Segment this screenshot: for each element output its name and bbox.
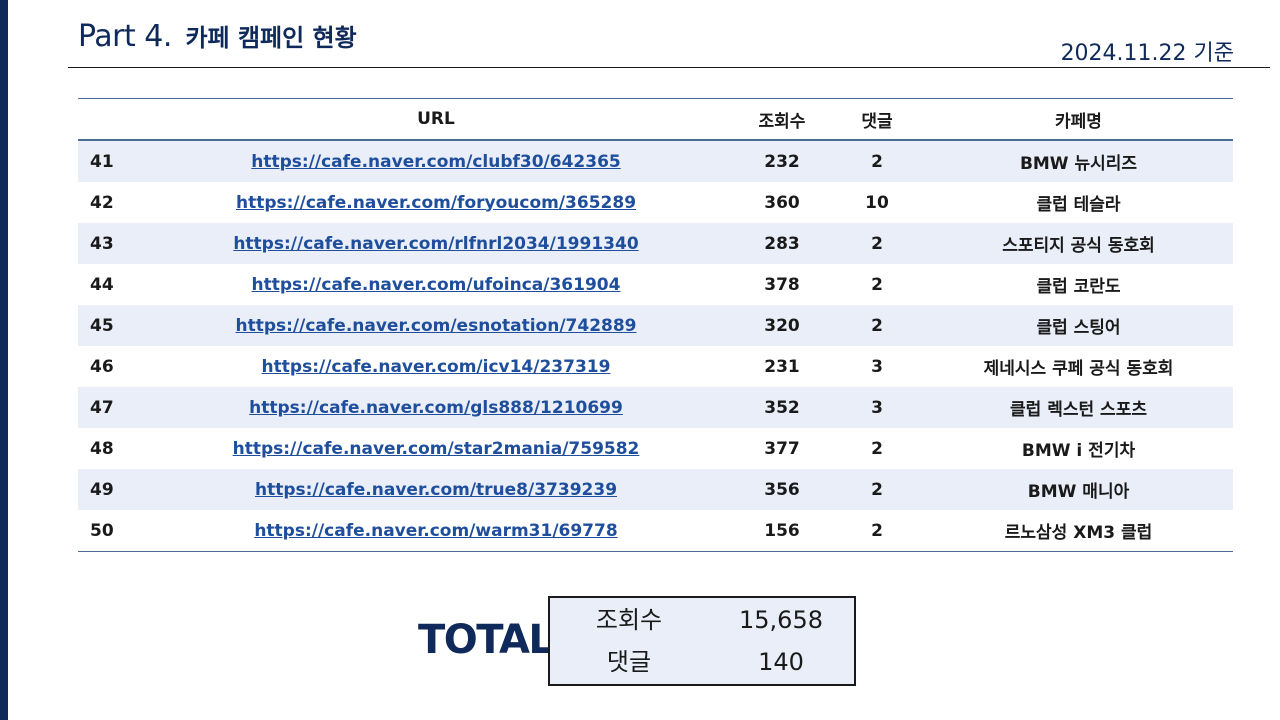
part-number: Part 4.: [78, 19, 172, 54]
cafe-name: BMW 매니아: [924, 469, 1233, 510]
total-label: TOTAL: [418, 617, 554, 663]
cafe-url-link[interactable]: https://cafe.naver.com/true8/3739239: [255, 480, 617, 500]
cafe-name: 클럽 렉스턴 스포츠: [924, 387, 1233, 428]
cafe-url-link[interactable]: https://cafe.naver.com/ufoinca/361904: [252, 275, 621, 295]
comment-count: 3: [871, 356, 883, 377]
comment-count: 2: [830, 305, 924, 346]
comment-count: 10: [865, 192, 889, 213]
total-summary-box: 조회수 15,658 댓글 140: [548, 596, 856, 686]
table-row: 41 https://cafe.naver.com/clubf30/642365 2…: [78, 140, 1233, 182]
report-date: 2024.11.22 기준: [1060, 41, 1234, 66]
view-count: 283: [734, 223, 830, 264]
row-number: 41: [78, 140, 138, 182]
row-number: 47: [78, 387, 138, 428]
row-number: 48: [90, 438, 114, 459]
table-row: 46 https://cafe.naver.com/icv14/237319 231…: [78, 346, 1233, 387]
column-header-url: URL: [138, 98, 734, 141]
comment-count: 2: [871, 274, 883, 295]
row-number: 46: [90, 356, 114, 377]
url-cell: https://cafe.naver.com/warm31/69778: [138, 510, 734, 552]
comment-count: 3: [830, 387, 924, 428]
row-number: 49: [78, 469, 138, 510]
total-comments-row: 댓글 140: [550, 642, 854, 682]
column-header-cafe-name: 카페명: [924, 98, 1233, 141]
view-count: 356: [734, 469, 830, 510]
url-cell: https://cafe.naver.com/clubf30/642365: [138, 140, 734, 182]
column-header-comments: 댓글: [830, 98, 924, 141]
table-row: 45 https://cafe.naver.com/esnotation/7428…: [78, 305, 1233, 346]
url-cell: https://cafe.naver.com/esnotation/742889: [138, 305, 734, 346]
cafe-name: 제네시스 쿠페 공식 동호회: [983, 359, 1174, 379]
title-divider: [68, 67, 1270, 68]
url-cell: https://cafe.naver.com/true8/3739239: [138, 469, 734, 510]
comment-count: 2: [830, 510, 924, 552]
table-row: 48 https://cafe.naver.com/star2mania/7595…: [78, 428, 1233, 469]
cafe-name: 클럽 코란도: [1036, 277, 1121, 297]
campaign-table: URL 조회수 댓글 카페명 41 https://cafe.naver.com/…: [78, 98, 1233, 552]
cafe-url-link[interactable]: https://cafe.naver.com/foryoucom/365289: [236, 193, 636, 213]
view-count: 231: [764, 356, 800, 377]
column-header-number: [78, 98, 138, 141]
view-count: 232: [734, 140, 830, 182]
total-views-label: 조회수: [595, 606, 663, 634]
cafe-name: 클럽 테슬라: [1036, 195, 1121, 215]
row-number: 45: [78, 305, 138, 346]
cafe-name: BMW 뉴시리즈: [924, 140, 1233, 182]
comment-count: 2: [871, 438, 883, 459]
view-count: 320: [734, 305, 830, 346]
row-number: 50: [78, 510, 138, 552]
view-count: 352: [734, 387, 830, 428]
comment-count: 2: [830, 140, 924, 182]
cafe-name: 스포티지 공식 동호회: [924, 223, 1233, 264]
url-cell: https://cafe.naver.com/ufoinca/361904: [138, 264, 734, 305]
cafe-url-link[interactable]: https://cafe.naver.com/rlfnrl2034/199134…: [233, 234, 638, 254]
cafe-url-link[interactable]: https://cafe.naver.com/clubf30/642365: [251, 152, 620, 172]
row-number: 42: [90, 192, 114, 213]
view-count: 360: [764, 192, 800, 213]
table-row: 49 https://cafe.naver.com/true8/3739239 35…: [78, 469, 1233, 510]
cafe-url-link[interactable]: https://cafe.naver.com/icv14/237319: [262, 357, 611, 377]
cafe-name: BMW i 전기차: [1021, 441, 1136, 461]
url-cell: https://cafe.naver.com/rlfnrl2034/199134…: [138, 223, 734, 264]
total-comments-label: 댓글: [606, 648, 652, 676]
total-views-value: 15,658: [739, 606, 823, 634]
url-cell: https://cafe.naver.com/icv14/237319: [138, 346, 734, 387]
page-title: Part 4. 카페 캠페인 현황: [78, 18, 357, 54]
comment-count: 2: [830, 223, 924, 264]
left-accent-bar: [0, 0, 8, 720]
table-row: 42 https://cafe.naver.com/foryoucom/36528…: [78, 182, 1233, 223]
table-row: 43 https://cafe.naver.com/rlfnrl2034/1991…: [78, 223, 1233, 264]
total-comments-value: 140: [758, 648, 804, 676]
table-body: 41 https://cafe.naver.com/clubf30/642365 2…: [78, 140, 1233, 552]
url-cell: https://cafe.naver.com/gls888/1210699: [138, 387, 734, 428]
url-cell: https://cafe.naver.com/foryoucom/365289: [138, 182, 734, 223]
cafe-url-link[interactable]: https://cafe.naver.com/star2mania/759582: [233, 439, 640, 459]
view-count: 378: [764, 274, 800, 295]
url-cell: https://cafe.naver.com/star2mania/759582: [138, 428, 734, 469]
view-count: 156: [734, 510, 830, 552]
table-row: 47 https://cafe.naver.com/gls888/1210699 3…: [78, 387, 1233, 428]
comment-count: 2: [830, 469, 924, 510]
table-row: 50 https://cafe.naver.com/warm31/69778 156…: [78, 510, 1233, 552]
page-subtitle: 카페 캠페인 현황: [185, 24, 357, 52]
row-number: 43: [78, 223, 138, 264]
row-number: 44: [90, 274, 114, 295]
view-count: 377: [764, 438, 800, 459]
cafe-url-link[interactable]: https://cafe.naver.com/warm31/69778: [254, 521, 617, 541]
cafe-name: 클럽 스팅어: [924, 305, 1233, 346]
total-views-row: 조회수 15,658: [550, 600, 854, 640]
cafe-url-link[interactable]: https://cafe.naver.com/gls888/1210699: [249, 398, 623, 418]
column-header-views: 조회수: [734, 98, 830, 141]
table-row: 44 https://cafe.naver.com/ufoinca/361904 3…: [78, 264, 1233, 305]
table-header-row: URL 조회수 댓글 카페명: [78, 98, 1233, 141]
cafe-url-link[interactable]: https://cafe.naver.com/esnotation/742889: [235, 316, 636, 336]
cafe-name: 르노삼성 XM3 클럽: [924, 510, 1233, 552]
